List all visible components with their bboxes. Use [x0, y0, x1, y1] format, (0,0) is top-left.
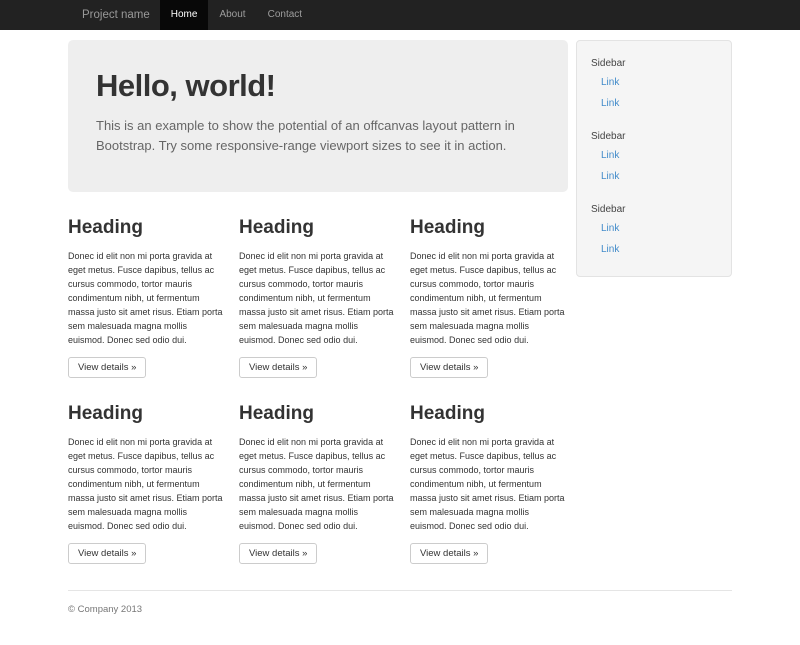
jumbotron-text: This is an example to show the potential…	[96, 116, 540, 156]
card-heading: Heading	[410, 403, 568, 425]
view-details-button[interactable]: View details »	[410, 357, 488, 378]
sidebar-link[interactable]: Link	[591, 166, 717, 187]
card-heading: Heading	[410, 217, 568, 239]
content-card: Heading Donec id elit non mi porta gravi…	[239, 192, 397, 378]
view-details-button[interactable]: View details »	[68, 543, 146, 564]
view-details-button[interactable]: View details »	[239, 357, 317, 378]
content-card: Heading Donec id elit non mi porta gravi…	[239, 378, 397, 564]
content-card: Heading Donec id elit non mi porta gravi…	[68, 192, 226, 378]
jumbotron: Hello, world! This is an example to show…	[68, 40, 568, 192]
sidebar-link[interactable]: Link	[591, 72, 717, 93]
sidebar-link[interactable]: Link	[591, 218, 717, 239]
copyright-text: © Company 2013	[68, 604, 142, 615]
cards-row-2: Heading Donec id elit non mi porta gravi…	[68, 378, 568, 564]
navbar-menu: Home About Contact	[160, 0, 313, 30]
content-card: Heading Donec id elit non mi porta gravi…	[68, 378, 226, 564]
sidebar-link[interactable]: Link	[591, 239, 717, 260]
card-heading: Heading	[239, 217, 397, 239]
sidebar-column: Sidebar Link Link Sidebar Link Link Side…	[576, 40, 732, 564]
sidebar-group: Sidebar Link Link	[591, 201, 717, 260]
navbar-brand[interactable]: Project name	[68, 0, 150, 30]
card-body-text: Donec id elit non mi porta gravida at eg…	[410, 249, 568, 347]
sidebar-group: Sidebar Link Link	[591, 55, 717, 114]
footer: © Company 2013	[68, 590, 732, 645]
page-title: Hello, world!	[96, 68, 540, 104]
card-body-text: Donec id elit non mi porta gravida at eg…	[239, 249, 397, 347]
content-card: Heading Donec id elit non mi porta gravi…	[410, 378, 568, 564]
sidebar-heading: Sidebar	[591, 128, 717, 145]
card-heading: Heading	[68, 217, 226, 239]
sidebar: Sidebar Link Link Sidebar Link Link Side…	[576, 40, 732, 277]
view-details-button[interactable]: View details »	[68, 357, 146, 378]
navbar: Project name Home About Contact	[0, 0, 800, 30]
sidebar-group: Sidebar Link Link	[591, 128, 717, 187]
card-body-text: Donec id elit non mi porta gravida at eg…	[239, 435, 397, 533]
nav-item-contact[interactable]: Contact	[257, 0, 313, 30]
main-content: Hello, world! This is an example to show…	[68, 40, 568, 564]
nav-item-about[interactable]: About	[208, 0, 256, 30]
content-card: Heading Donec id elit non mi porta gravi…	[410, 192, 568, 378]
sidebar-link[interactable]: Link	[591, 145, 717, 166]
card-body-text: Donec id elit non mi porta gravida at eg…	[410, 435, 568, 533]
card-body-text: Donec id elit non mi porta gravida at eg…	[68, 249, 226, 347]
card-heading: Heading	[68, 403, 226, 425]
card-heading: Heading	[239, 403, 397, 425]
nav-item-home[interactable]: Home	[160, 0, 209, 30]
sidebar-heading: Sidebar	[591, 55, 717, 72]
sidebar-heading: Sidebar	[591, 201, 717, 218]
view-details-button[interactable]: View details »	[410, 543, 488, 564]
view-details-button[interactable]: View details »	[239, 543, 317, 564]
sidebar-link[interactable]: Link	[591, 93, 717, 114]
cards-row-1: Heading Donec id elit non mi porta gravi…	[68, 192, 568, 378]
card-body-text: Donec id elit non mi porta gravida at eg…	[68, 435, 226, 533]
